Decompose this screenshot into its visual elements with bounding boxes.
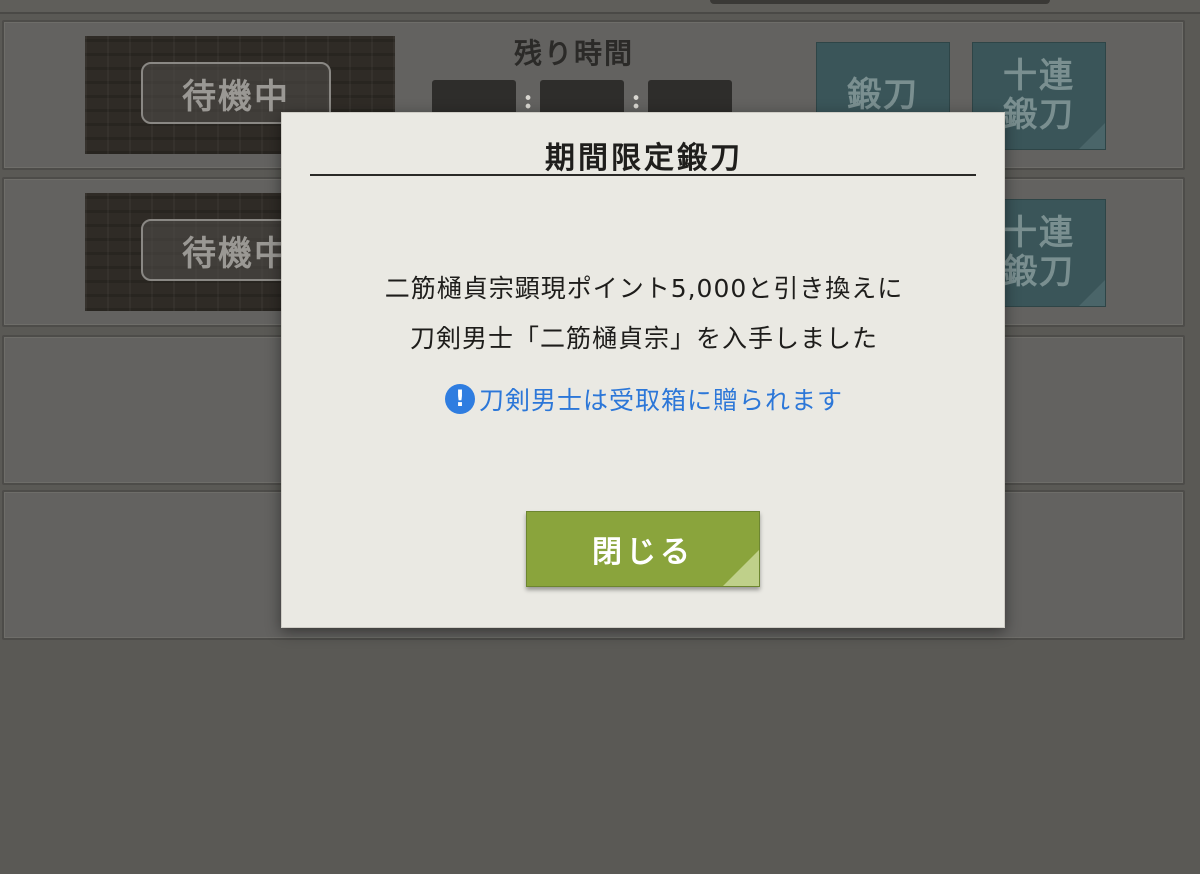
dialog-title: 期間限定鍛刀 (545, 141, 743, 176)
dialog-message-line1: 二筋樋貞宗顕現ポイント5,000と引き換えに (384, 274, 904, 303)
remaining-time-label: 残り時間 (514, 37, 635, 70)
title-divider (310, 174, 976, 176)
close-button[interactable]: 閉じる (526, 511, 760, 587)
top-tab (710, 0, 1050, 4)
dialog-message-line2: 刀剣男士「二筋樋貞宗」を入手しました (409, 324, 878, 353)
limited-forge-dialog: 期間限定鍛刀 二筋樋貞宗顕現ポイント5,000と引き換えに 刀剣男士「二筋樋貞宗… (281, 112, 1005, 628)
top-strip (0, 0, 1200, 14)
notice-text: 刀剣男士は受取箱に贈られます (478, 386, 843, 415)
timer-separator: : (523, 85, 533, 115)
timer-separator: : (631, 85, 641, 115)
info-icon: ! (444, 384, 475, 414)
notice: ! 刀剣男士は受取箱に贈られます (282, 381, 1006, 417)
